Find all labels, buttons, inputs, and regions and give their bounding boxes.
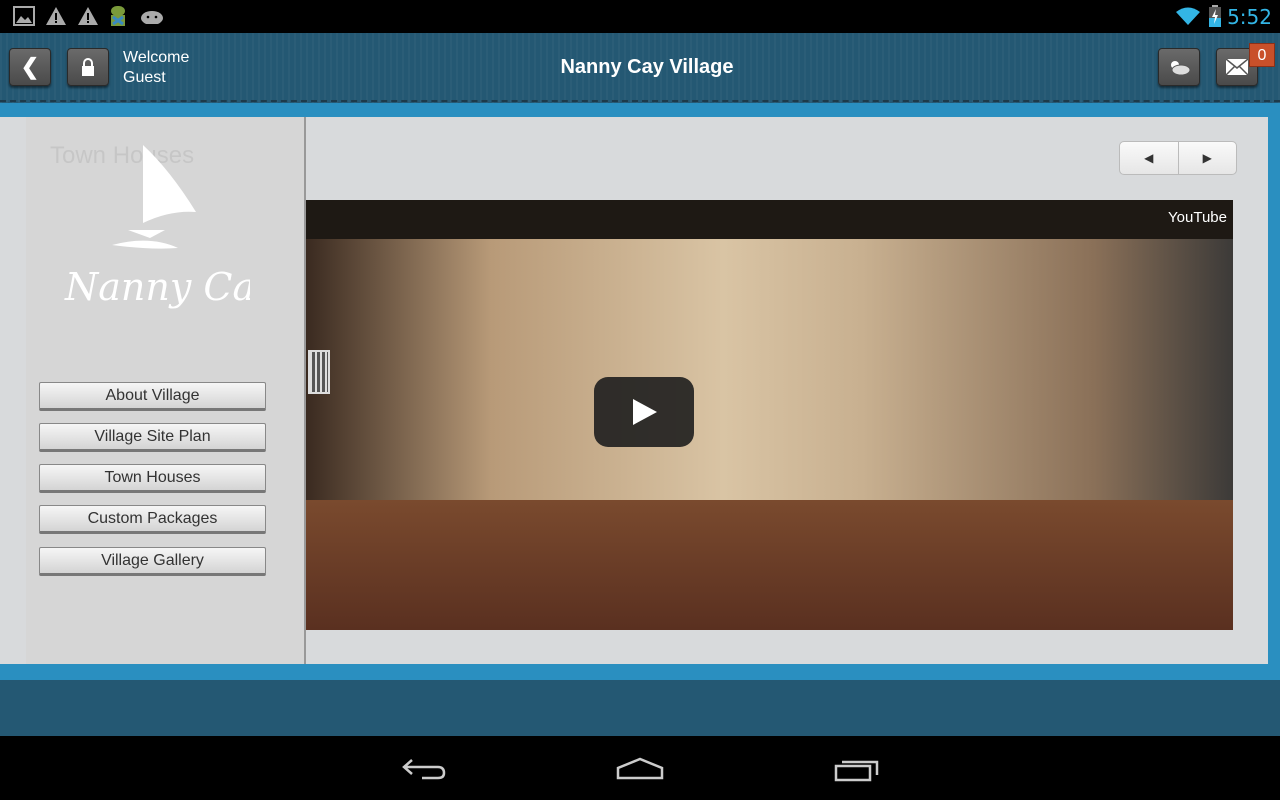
- android-head-icon: [141, 11, 163, 24]
- mail-icon: [1226, 59, 1248, 75]
- navigation-bar: [0, 736, 1280, 800]
- play-button[interactable]: [594, 377, 694, 447]
- pager: ◀ ▶: [1119, 141, 1237, 175]
- next-button[interactable]: ▶: [1179, 142, 1237, 174]
- triangle-right-icon: ▶: [1202, 151, 1212, 165]
- mail-count-badge: 0: [1249, 43, 1275, 67]
- weather-button[interactable]: [1158, 48, 1200, 86]
- battery-charging-icon: [1209, 5, 1221, 27]
- menu-town-houses[interactable]: Town Houses: [39, 464, 266, 493]
- home-nav-icon[interactable]: [615, 756, 665, 782]
- menu-about-village[interactable]: About Village: [39, 382, 266, 411]
- triangle-left-icon: ◀: [1144, 151, 1154, 165]
- warning-icon: [78, 7, 98, 25]
- divider: [0, 100, 1280, 102]
- video-thumbnail: [306, 500, 1233, 630]
- handle-icon[interactable]: [308, 350, 330, 394]
- recent-apps-icon[interactable]: [833, 756, 881, 782]
- image-icon: [13, 6, 35, 26]
- weather-icon: [1171, 61, 1191, 76]
- logo-text: Nanny Cay: [64, 265, 250, 309]
- clock: 5:52: [1227, 5, 1272, 29]
- footer-bar: [0, 680, 1280, 736]
- previous-button[interactable]: ◀: [1120, 142, 1179, 174]
- menu-village-site-plan[interactable]: Village Site Plan: [39, 423, 266, 452]
- status-bar: 5:52: [0, 0, 1280, 33]
- wifi-icon: [1176, 7, 1200, 25]
- page-title: Nanny Cay Village: [560, 56, 734, 78]
- menu-custom-packages[interactable]: Custom Packages: [39, 505, 266, 534]
- video-title-bar: YouTube: [306, 200, 1233, 239]
- nanny-cay-logo: Nanny Cay: [64, 145, 250, 309]
- youtube-video[interactable]: YouTube: [306, 200, 1233, 630]
- play-icon: [633, 399, 657, 425]
- youtube-label: YouTube: [1168, 209, 1227, 226]
- android-icon: [111, 6, 125, 26]
- back-nav-icon[interactable]: [400, 756, 448, 782]
- menu-village-gallery[interactable]: Village Gallery: [39, 547, 266, 576]
- warning-icon: [46, 7, 66, 25]
